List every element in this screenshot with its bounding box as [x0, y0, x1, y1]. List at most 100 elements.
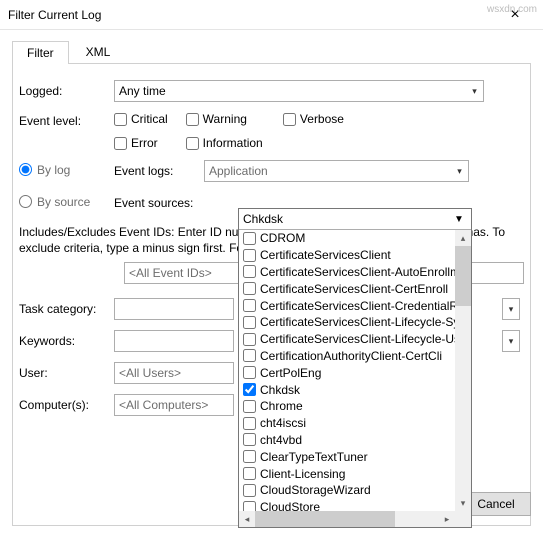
tab-filter[interactable]: Filter	[12, 41, 69, 64]
event-sources-selected: Chkdsk	[243, 212, 283, 226]
dropdown-item[interactable]: CertPolEng	[239, 364, 457, 381]
dropdown-item-label: CertificateServicesClient-AutoEnrollment	[260, 265, 457, 279]
dropdown-item[interactable]: CertificateServicesClient-CredentialRoam…	[239, 297, 457, 314]
scroll-up-icon[interactable]: ▴	[455, 230, 471, 246]
dropdown-item-checkbox[interactable]	[243, 316, 256, 329]
window-title: Filter Current Log	[8, 8, 495, 22]
vertical-scrollbar[interactable]: ▴ ▾	[455, 230, 471, 511]
logged-label: Logged:	[19, 84, 114, 98]
user-label: User:	[19, 366, 114, 380]
dropdown-item-checkbox[interactable]	[243, 400, 256, 413]
computers-label: Computer(s):	[19, 398, 114, 412]
event-logs-combo: Application ▾	[204, 160, 469, 182]
event-logs-label: Event logs:	[114, 164, 204, 178]
dropdown-item[interactable]: CertificationAuthorityClient-CertCli	[239, 348, 457, 365]
dropdown-item[interactable]: cht4iscsi	[239, 415, 457, 432]
dropdown-item[interactable]: CloudStorageWizard	[239, 482, 457, 499]
event-level-label: Event level:	[19, 112, 114, 128]
by-log-radio[interactable]: By log	[19, 163, 70, 177]
tab-strip: Filter XML	[12, 40, 531, 64]
dropdown-item[interactable]: CertificateServicesClient	[239, 247, 457, 264]
dropdown-item-label: CertificationAuthorityClient-CertCli	[260, 349, 442, 363]
error-checkbox[interactable]: Error	[114, 136, 158, 150]
dropdown-item[interactable]: ClearTypeTextTuner	[239, 448, 457, 465]
chevron-down-icon[interactable]: ▼	[451, 214, 467, 225]
dropdown-item[interactable]: cht4vbd	[239, 432, 457, 449]
dropdown-item-checkbox[interactable]	[243, 467, 256, 480]
dropdown-item[interactable]: CDROM	[239, 230, 457, 247]
critical-checkbox[interactable]: Critical	[114, 112, 168, 126]
event-sources-dropdown[interactable]: Chkdsk ▼ CDROMCertificateServicesClientC…	[238, 208, 472, 528]
chevron-down-icon: ▾	[502, 298, 520, 320]
dropdown-item-checkbox[interactable]	[243, 433, 256, 446]
horizontal-scrollbar[interactable]: ◂ ▸	[239, 511, 455, 527]
task-category-label: Task category:	[19, 302, 114, 316]
dropdown-item-label: Chkdsk	[260, 383, 300, 397]
chevron-down-icon[interactable]: ▾	[466, 80, 484, 102]
dropdown-item-label: CertificateServicesClient	[260, 248, 391, 262]
event-sources-combo[interactable]: Chkdsk ▼	[239, 209, 471, 230]
dropdown-item-checkbox[interactable]	[243, 265, 256, 278]
chevron-down-icon: ▾	[451, 160, 469, 182]
scroll-track[interactable]	[455, 306, 471, 495]
verbose-checkbox[interactable]: Verbose	[283, 112, 344, 126]
dropdown-item[interactable]: Chrome	[239, 398, 457, 415]
dropdown-item-checkbox[interactable]	[243, 282, 256, 295]
dropdown-item-label: ClearTypeTextTuner	[260, 450, 368, 464]
dropdown-item-label: CertificateServicesClient-CertEnroll	[260, 282, 448, 296]
dropdown-item-label: CertificateServicesClient-Lifecycle-Syst…	[260, 315, 457, 329]
event-sources-label: Event sources:	[114, 196, 204, 210]
watermark: wsxdn.com	[487, 4, 537, 15]
scroll-down-icon[interactable]: ▾	[455, 495, 471, 511]
dropdown-item-checkbox[interactable]	[243, 417, 256, 430]
dropdown-item-checkbox[interactable]	[243, 450, 256, 463]
dropdown-item[interactable]: CertificateServicesClient-Lifecycle-Syst…	[239, 314, 457, 331]
computers-hint-input[interactable]	[114, 394, 234, 416]
dropdown-item-checkbox[interactable]	[243, 299, 256, 312]
dropdown-item[interactable]: CertificateServicesClient-AutoEnrollment	[239, 264, 457, 281]
dropdown-item-label: CertPolEng	[260, 366, 321, 380]
task-category-dropdown-button[interactable]: ▾	[502, 298, 524, 320]
scroll-corner	[455, 511, 471, 527]
dropdown-item[interactable]: CertificateServicesClient-Lifecycle-User	[239, 331, 457, 348]
chevron-down-icon: ▾	[502, 330, 520, 352]
dropdown-item-checkbox[interactable]	[243, 249, 256, 262]
dropdown-item[interactable]: Client-Licensing	[239, 465, 457, 482]
dropdown-item-label: CertificateServicesClient-CredentialRoam…	[260, 299, 457, 313]
dropdown-item-label: Client-Licensing	[260, 467, 345, 481]
logged-combo[interactable]: Any time ▾	[114, 80, 484, 102]
dropdown-item-checkbox[interactable]	[243, 366, 256, 379]
information-checkbox[interactable]: Information	[186, 136, 263, 150]
event-sources-list: CDROM CertificateServicesClient Certificat…	[239, 230, 471, 527]
dropdown-item-label: CDROM	[260, 231, 305, 245]
dropdown-item-checkbox[interactable]	[243, 232, 256, 245]
dialog-content: Filter XML Logged: Any time ▾ Event leve…	[0, 30, 543, 526]
event-ids-hint-input[interactable]	[124, 262, 244, 284]
dropdown-item-label: cht4vbd	[260, 433, 302, 447]
dropdown-item-label: CloudStorageWizard	[260, 483, 371, 497]
scroll-left-icon[interactable]: ◂	[239, 511, 255, 527]
by-source-radio[interactable]: By source	[19, 195, 90, 209]
scroll-right-icon[interactable]: ▸	[439, 511, 455, 527]
dropdown-item-checkbox[interactable]	[243, 484, 256, 497]
title-bar: Filter Current Log ×	[0, 0, 543, 30]
scroll-thumb[interactable]	[255, 511, 395, 527]
tab-xml[interactable]: XML	[71, 40, 126, 63]
keywords-dropdown-button[interactable]: ▾	[502, 330, 524, 352]
dropdown-item-label: Chrome	[260, 399, 303, 413]
event-logs-value: Application	[204, 160, 451, 182]
scroll-track[interactable]	[395, 511, 439, 527]
dropdown-item[interactable]: Chkdsk	[239, 381, 457, 398]
user-hint-input[interactable]	[114, 362, 234, 384]
dropdown-item-label: CertificateServicesClient-Lifecycle-User	[260, 332, 457, 346]
dropdown-item-checkbox[interactable]	[243, 349, 256, 362]
dropdown-item-label: cht4iscsi	[260, 416, 306, 430]
dropdown-item-checkbox[interactable]	[243, 383, 256, 396]
warning-checkbox[interactable]: Warning	[186, 112, 247, 126]
dropdown-item[interactable]: CertificateServicesClient-CertEnroll	[239, 280, 457, 297]
logged-value: Any time	[114, 80, 466, 102]
scroll-thumb[interactable]	[455, 246, 471, 306]
dropdown-item-checkbox[interactable]	[243, 333, 256, 346]
task-category-input[interactable]	[114, 298, 234, 320]
keywords-input[interactable]	[114, 330, 234, 352]
